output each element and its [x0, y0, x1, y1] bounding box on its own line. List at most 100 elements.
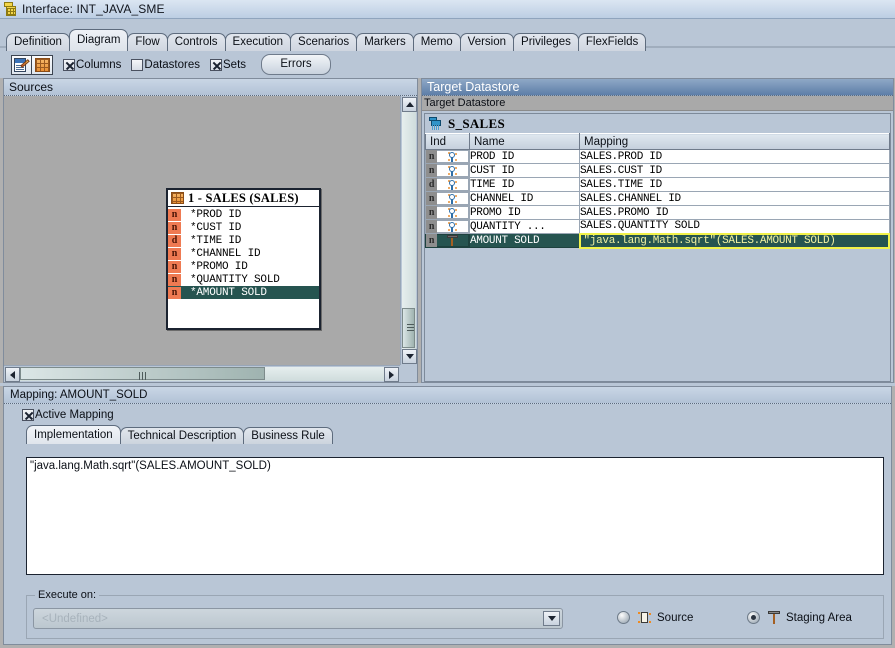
cell-column-name[interactable]: AMOUNT SOLD	[469, 233, 580, 248]
tab-memo[interactable]: Memo	[412, 33, 461, 51]
tab-version[interactable]: Version	[459, 33, 515, 51]
source-column-row[interactable]: n *PROMO ID	[168, 260, 319, 273]
radio-staging-area-button[interactable]	[747, 611, 760, 624]
tab-controls[interactable]: Controls	[166, 33, 226, 51]
chevron-up-icon	[405, 102, 414, 107]
target-datastore-name: S_SALES	[448, 115, 506, 131]
source-column-name: *PROMO ID	[190, 260, 248, 273]
cell-column-name[interactable]: CUST ID	[469, 163, 580, 178]
sources-scroll-right-button[interactable]	[384, 367, 399, 382]
table-row[interactable]: n AMOUNT SOLD "java.lang.Math.sqrt"(SALES.…	[425, 232, 890, 249]
window-title-bar: Interface: INT_JAVA_SME	[0, 0, 895, 19]
radio-source[interactable]: Source	[617, 611, 693, 624]
execute-on-combo[interactable]: <Undefined>	[33, 608, 563, 629]
source-column-row[interactable]: n *AMOUNT SOLD	[168, 286, 319, 299]
source-column-name: *QUANTITY SOLD	[190, 273, 280, 286]
source-column-indicator: n	[168, 273, 181, 286]
column-header-name[interactable]: Name	[469, 133, 580, 150]
radio-source-button[interactable]	[617, 611, 630, 624]
cell-column-name[interactable]: TIME ID	[469, 177, 580, 192]
active-mapping-checkbox[interactable]	[22, 409, 34, 421]
tab-markers[interactable]: Markers	[356, 33, 414, 51]
table-row[interactable]: d TIME ID SALES.TIME ID	[425, 177, 890, 192]
cell-column-name[interactable]: PROD ID	[469, 149, 580, 164]
cell-mapping-expression[interactable]: SALES.PROD ID	[579, 149, 890, 164]
tab-scenarios[interactable]: Scenarios	[290, 33, 358, 51]
mapping-tab-technical-description[interactable]: Technical Description	[119, 427, 245, 444]
sources-scroll-up-button[interactable]	[402, 97, 417, 112]
scroll-grip-icon	[138, 372, 147, 380]
table-row[interactable]: n PROMO ID SALES.PROMO ID	[425, 205, 890, 220]
implementation-textarea[interactable]: "java.lang.Math.sqrt"(SALES.AMOUNT_SOLD)	[26, 457, 884, 575]
tab-execution[interactable]: Execution	[224, 33, 292, 51]
cell-mapping-expression[interactable]: SALES.PROMO ID	[579, 205, 890, 220]
tab-flow[interactable]: Flow	[127, 33, 168, 51]
source-column-name: *CHANNEL ID	[190, 247, 261, 260]
cell-mapping-expression[interactable]: "java.lang.Math.sqrt"(SALES.AMOUNT SOLD)	[578, 232, 890, 249]
execute-on-group: Execute on: <Undefined> Source Staging A…	[26, 589, 884, 639]
chevron-left-icon	[10, 370, 15, 379]
sources-hscroll-thumb[interactable]	[20, 367, 265, 380]
cell-column-name[interactable]: QUANTITY ...	[469, 219, 580, 234]
page-title: Interface: INT_JAVA_SME	[22, 2, 165, 16]
cell-indicator[interactable]: n	[425, 205, 470, 220]
cell-mapping-expression[interactable]: SALES.CHANNEL ID	[579, 191, 890, 206]
execute-on-dropdown-button[interactable]	[543, 611, 560, 626]
source-column-row[interactable]: n *CUST ID	[168, 221, 319, 234]
source-column-indicator: n	[168, 286, 181, 299]
sources-horizontal-scrollbar[interactable]	[4, 365, 400, 382]
tab-diagram[interactable]: Diagram	[68, 29, 129, 51]
source-column-row[interactable]: d *TIME ID	[168, 234, 319, 247]
source-column-row[interactable]: n *PROD ID	[168, 208, 319, 221]
cell-indicator[interactable]: n	[425, 233, 470, 248]
table-row[interactable]: n QUANTITY ... SALES.QUANTITY SOLD	[425, 219, 890, 234]
source-column-row[interactable]: n *CHANNEL ID	[168, 247, 319, 260]
sources-vscroll-thumb[interactable]	[402, 308, 415, 348]
source-column-indicator: n	[168, 247, 181, 260]
active-mapping-checkbox-row[interactable]: Active Mapping	[22, 407, 891, 423]
cell-column-name[interactable]: PROMO ID	[469, 205, 580, 220]
sources-vertical-scrollbar[interactable]	[400, 96, 417, 365]
cell-indicator[interactable]: d	[425, 177, 470, 192]
cell-mapping-expression[interactable]: SALES.CUST ID	[579, 163, 890, 178]
source-datastore-sales[interactable]: 1 - SALES (SALES) n *PROD ID n *CUST ID d *TI…	[166, 188, 321, 330]
tab-privileges[interactable]: Privileges	[513, 33, 579, 51]
checkbox-datastores[interactable]: Datastores	[131, 58, 200, 71]
checkbox-columns-box[interactable]	[63, 58, 75, 71]
tab-flexfields[interactable]: FlexFields	[577, 33, 647, 51]
errors-button[interactable]: Errors	[261, 54, 332, 75]
source-column-row[interactable]: n *QUANTITY SOLD	[168, 273, 319, 286]
sources-scroll-down-button[interactable]	[402, 349, 417, 364]
table-row[interactable]: n PROD ID SALES.PROD ID	[425, 149, 890, 164]
mapping-panel: Mapping: AMOUNT_SOLD Active Mapping Impl…	[3, 386, 892, 645]
checkbox-sets[interactable]: Sets	[210, 58, 247, 71]
checkbox-datastores-box[interactable]	[131, 58, 144, 71]
cell-indicator[interactable]: n	[425, 191, 470, 206]
cell-column-name[interactable]: CHANNEL ID	[469, 191, 580, 206]
sources-canvas[interactable]: 1 - SALES (SALES) n *PROD ID n *CUST ID d *TI…	[4, 96, 400, 365]
source-column-indicator: n	[168, 260, 181, 273]
edit-tool-button[interactable]	[11, 54, 32, 75]
column-header-mapping[interactable]: Mapping	[579, 133, 890, 150]
column-header-ind[interactable]: Ind	[425, 133, 470, 150]
mapping-table-header-row: Ind Name Mapping	[425, 133, 890, 150]
cell-indicator[interactable]: n	[425, 163, 470, 178]
checkbox-sets-box[interactable]	[210, 58, 222, 71]
cell-indicator[interactable]: n	[425, 219, 470, 234]
cell-indicator[interactable]: n	[425, 149, 470, 164]
mapping-tab-strip: Implementation Technical Description Busin…	[26, 425, 891, 444]
mapping-tab-implementation[interactable]: Implementation	[26, 425, 121, 444]
checkbox-columns[interactable]: Columns	[63, 58, 121, 71]
source-column-name: *PROD ID	[190, 208, 242, 221]
table-row[interactable]: n CHANNEL ID SALES.CHANNEL ID	[425, 191, 890, 206]
sources-scroll-left-button[interactable]	[5, 367, 20, 382]
cell-mapping-expression[interactable]: SALES.TIME ID	[579, 177, 890, 192]
checkbox-sets-label: Sets	[223, 58, 247, 71]
mapping-tab-business-rule[interactable]: Business Rule	[243, 427, 333, 444]
radio-staging-area-label: Staging Area	[786, 611, 852, 624]
radio-staging-area[interactable]: Staging Area	[747, 611, 852, 624]
grid-tool-button[interactable]	[32, 54, 53, 75]
table-row[interactable]: n CUST ID SALES.CUST ID	[425, 163, 890, 178]
cell-mapping-expression[interactable]: SALES.QUANTITY SOLD	[579, 219, 890, 234]
tab-definition[interactable]: Definition	[6, 33, 70, 51]
